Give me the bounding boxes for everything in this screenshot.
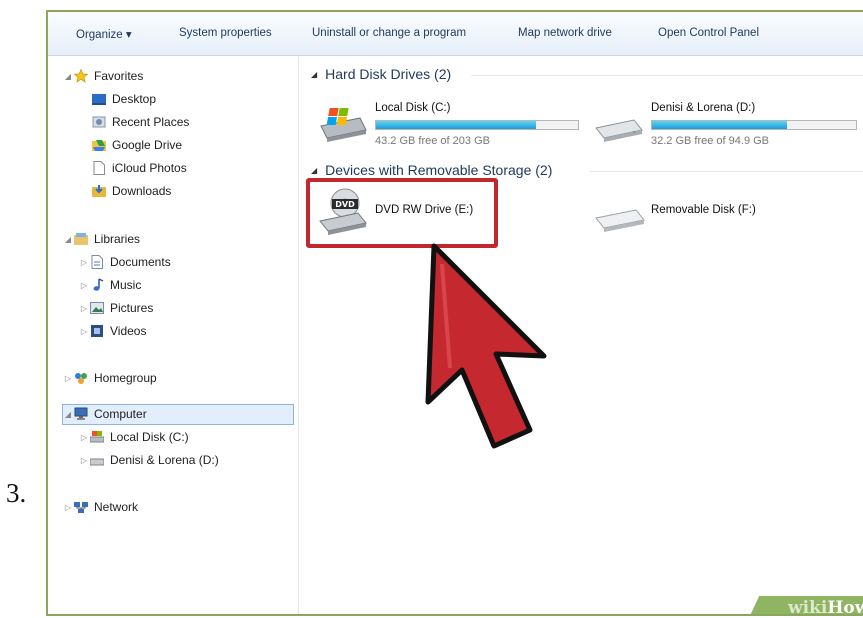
nav-google-drive[interactable]: Google Drive <box>92 135 182 155</box>
homegroup-icon <box>74 371 88 385</box>
drive-d-free-space: 32.2 GB free of 94.9 GB <box>651 135 770 147</box>
nav-computer-label: Computer <box>94 407 147 421</box>
collapsed-arrow-icon[interactable]: ▷ <box>62 503 74 512</box>
network-icon <box>74 500 88 514</box>
local-disk-drive-icon <box>320 108 367 142</box>
watermark-wiki: wiki <box>788 598 828 616</box>
nav-favorites-label: Favorites <box>94 69 144 83</box>
nav-pictures-label: Pictures <box>110 301 154 315</box>
downloads-folder-icon <box>92 184 106 198</box>
removable-group-header[interactable]: ◢ Devices with Removable Storage (2) <box>311 162 552 178</box>
nav-downloads[interactable]: Downloads <box>92 181 171 201</box>
collapsed-arrow-icon[interactable]: ▷ <box>78 281 90 290</box>
nav-icloud-photos-label: iCloud Photos <box>112 161 187 175</box>
desktop-icon <box>92 92 106 106</box>
dvd-highlight-box <box>306 178 498 248</box>
navigation-pane: ◢ Favorites Desktop Recent Places Google… <box>48 56 299 614</box>
organize-button[interactable]: Organize ▾ <box>76 27 132 41</box>
drive-c-usage-bar <box>375 120 579 130</box>
nav-downloads-label: Downloads <box>112 184 172 198</box>
group-divider <box>590 171 863 172</box>
collapsed-arrow-icon[interactable]: ▷ <box>78 327 90 336</box>
removable-group-label: Devices with Removable Storage (2) <box>325 162 553 178</box>
videos-icon <box>90 324 104 338</box>
nav-homegroup-label: Homegroup <box>94 371 157 385</box>
map-network-drive-button[interactable]: Map network drive <box>518 27 612 39</box>
collapsed-arrow-icon[interactable]: ▷ <box>62 374 74 383</box>
pointer-arrow-icon <box>425 243 547 449</box>
music-note-icon <box>90 278 104 292</box>
star-icon <box>74 69 88 83</box>
drive-c-usage-fill <box>376 121 536 129</box>
collapsed-arrow-icon[interactable]: ▷ <box>78 258 90 267</box>
drive-c-name: Local Disk (C:) <box>375 102 451 114</box>
nav-music[interactable]: ▷ Music <box>78 275 141 295</box>
nav-local-disk-label: Local Disk (C:) <box>110 430 189 444</box>
nav-libraries[interactable]: ◢ Libraries <box>62 229 140 249</box>
drive-d-usage-bar <box>651 120 857 130</box>
group-divider <box>471 75 863 76</box>
nav-videos-label: Videos <box>110 324 147 338</box>
nav-libraries-label: Libraries <box>94 232 141 246</box>
libraries-icon <box>74 232 88 246</box>
wikihow-watermark: wikiHow <box>788 598 863 616</box>
drive-d-usage-fill <box>652 121 787 129</box>
drive-c-free-space: 43.2 GB free of 203 GB <box>375 135 490 147</box>
expanded-arrow-icon[interactable]: ◢ <box>62 410 74 419</box>
drive-d-name: Denisi & Lorena (D:) <box>651 102 756 114</box>
nav-network[interactable]: ▷ Network <box>62 497 138 517</box>
step-number: 3. <box>6 478 27 508</box>
recent-places-icon <box>92 115 106 129</box>
nav-pictures[interactable]: ▷ Pictures <box>78 298 153 318</box>
nav-local-disk[interactable]: ▷ Local Disk (C:) <box>78 427 189 447</box>
nav-icloud-photos[interactable]: iCloud Photos <box>92 158 187 178</box>
hard-drive-icon <box>90 453 104 467</box>
nav-homegroup[interactable]: ▷ Homegroup <box>62 368 157 388</box>
documents-icon <box>90 255 104 269</box>
removable-disk-name: Removable Disk (F:) <box>651 204 756 216</box>
hard-disk-group-label: Hard Disk Drives (2) <box>325 66 452 82</box>
nav-denisi-lorena-label: Denisi & Lorena (D:) <box>110 453 219 467</box>
nav-favorites[interactable]: ◢ Favorites <box>62 66 143 86</box>
nav-computer[interactable]: ◢ Computer <box>62 404 147 424</box>
nav-desktop[interactable]: Desktop <box>92 89 156 109</box>
google-drive-icon <box>92 138 106 152</box>
nav-documents[interactable]: ▷ Documents <box>78 252 171 272</box>
hard-drive-icon <box>595 119 643 142</box>
nav-recent-places-label: Recent Places <box>112 115 190 129</box>
nav-recent-places[interactable]: Recent Places <box>92 112 189 132</box>
document-icon <box>92 161 106 175</box>
system-properties-button[interactable]: System properties <box>179 27 272 39</box>
collapsed-arrow-icon[interactable]: ▷ <box>78 433 90 442</box>
hard-disk-group-header[interactable]: ◢ Hard Disk Drives (2) <box>311 66 451 82</box>
content-pane: ◢ Hard Disk Drives (2) Local Disk (C:) 4… <box>299 56 863 614</box>
computer-icon <box>74 407 88 421</box>
open-control-panel-button[interactable]: Open Control Panel <box>658 27 759 39</box>
nav-music-label: Music <box>110 278 142 292</box>
uninstall-program-button[interactable]: Uninstall or change a program <box>312 27 466 39</box>
nav-documents-label: Documents <box>110 255 171 269</box>
local-disk-icon <box>90 430 104 444</box>
collapse-arrow-icon[interactable]: ◢ <box>311 70 317 79</box>
expanded-arrow-icon[interactable]: ◢ <box>62 72 74 81</box>
command-bar: Organize ▾ System properties Uninstall o… <box>48 12 863 56</box>
watermark-how: How <box>827 598 863 616</box>
collapsed-arrow-icon[interactable]: ▷ <box>78 304 90 313</box>
nav-network-label: Network <box>94 500 139 514</box>
collapse-arrow-icon[interactable]: ◢ <box>311 166 317 175</box>
nav-desktop-label: Desktop <box>112 92 157 106</box>
nav-videos[interactable]: ▷ Videos <box>78 321 147 341</box>
explorer-window: Organize ▾ System properties Uninstall o… <box>46 10 863 616</box>
nav-denisi-lorena[interactable]: ▷ Denisi & Lorena (D:) <box>78 450 219 470</box>
collapsed-arrow-icon[interactable]: ▷ <box>78 456 90 465</box>
expanded-arrow-icon[interactable]: ◢ <box>62 235 74 244</box>
removable-disk-icon <box>595 209 645 232</box>
pictures-icon <box>90 301 104 315</box>
nav-google-drive-label: Google Drive <box>112 138 183 152</box>
